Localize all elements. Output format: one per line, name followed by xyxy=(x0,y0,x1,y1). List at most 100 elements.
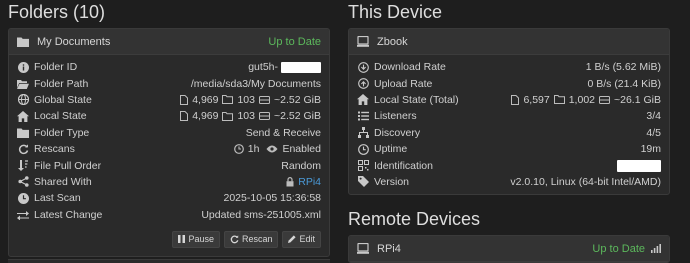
sort-icon xyxy=(17,160,29,172)
rescan-interval: 1h xyxy=(247,143,260,156)
pause-icon xyxy=(178,235,186,244)
signal-icon xyxy=(651,244,661,254)
pull-order-value: Random xyxy=(281,159,321,172)
sitemap-icon xyxy=(357,127,369,139)
home-icon xyxy=(357,94,369,106)
latest-change-value: Updated sms-251005.xml xyxy=(201,208,321,221)
folder-id-value: gut5h- xyxy=(248,61,278,74)
clock-icon xyxy=(233,144,244,155)
row-folder-path: Folder Path /media/sda3/My Documents xyxy=(9,75,329,91)
rescan-button[interactable]: Rescan xyxy=(223,230,279,248)
folders-column: Folders (10) My Documents Up to Date Fol… xyxy=(8,0,330,263)
folder-panel-header[interactable]: My Documents Up to Date xyxy=(9,29,329,55)
list-icon xyxy=(357,110,369,122)
folder-type-value: Send & Receive xyxy=(245,126,321,139)
refresh-icon xyxy=(230,235,239,244)
row-rescans: Rescans 1h Enabled xyxy=(9,141,329,157)
last-scan-value: 2025-10-05 15:36:58 xyxy=(223,192,322,205)
globe-icon xyxy=(17,94,29,106)
folder-open-icon xyxy=(17,78,29,90)
row-uptime: Uptime 19m xyxy=(349,141,669,157)
total-size: ~26.1 GiB xyxy=(614,93,661,106)
total-dirs: 1,002 xyxy=(568,93,595,106)
pull-order-label: File Pull Order xyxy=(34,159,102,172)
folder-outline-icon xyxy=(553,95,565,105)
exchange-icon xyxy=(17,209,29,221)
this-device-name: Zbook xyxy=(377,35,408,48)
rescans-label: Rescans xyxy=(34,143,75,156)
pause-button[interactable]: Pause xyxy=(172,230,220,248)
hdd-icon xyxy=(599,95,610,104)
folders-heading: Folders (10) xyxy=(8,2,106,22)
folder-outline-icon xyxy=(222,111,234,121)
folder-id-redacted xyxy=(281,61,321,73)
row-folder-id: Folder ID gut5h- xyxy=(9,59,329,75)
refresh-icon xyxy=(17,143,29,155)
clock-icon xyxy=(17,192,29,204)
local-state-total-label: Local State (Total) xyxy=(374,93,459,106)
pause-label: Pause xyxy=(188,234,214,245)
local-size: ~2.52 GiB xyxy=(274,110,321,123)
listeners-value[interactable]: 3/4 xyxy=(646,110,661,122)
clock-icon xyxy=(357,143,369,155)
download-icon xyxy=(357,61,369,73)
row-global-state: Global State 4,969 103 ~2.52 GiB xyxy=(9,92,329,108)
pencil-icon xyxy=(288,235,297,244)
version-label: Version xyxy=(374,175,410,188)
row-discovery: Discovery 4/5 xyxy=(349,125,669,141)
local-state-label: Local State xyxy=(34,110,87,123)
row-identification: Identification xyxy=(349,157,669,173)
row-folder-type: Folder Type Send & Receive xyxy=(9,125,329,141)
file-icon xyxy=(180,111,189,122)
upload-icon xyxy=(357,78,369,90)
share-icon xyxy=(17,176,29,188)
row-listeners: Listeners 3/4 xyxy=(349,108,669,124)
upload-rate-value: 0 B/s (21.4 KiB) xyxy=(587,77,661,90)
file-icon xyxy=(180,94,189,105)
folder-path-value: /media/sda3/My Documents xyxy=(190,77,321,90)
row-download-rate: Download Rate 1 B/s (5.62 MiB) xyxy=(349,59,669,75)
download-rate-value: 1 B/s (5.62 MiB) xyxy=(585,61,661,74)
this-device-header[interactable]: Zbook xyxy=(349,29,669,55)
row-version: Version v2.0.10, Linux (64-bit Intel/AMD… xyxy=(349,174,669,190)
global-files: 4,969 xyxy=(192,93,219,106)
device-id-redacted[interactable] xyxy=(617,159,661,172)
edit-label: Edit xyxy=(299,234,315,245)
row-latest-change: Latest Change Updated sms-251005.xml xyxy=(9,207,329,223)
folder-outline-icon xyxy=(222,95,234,105)
hdd-icon xyxy=(259,95,270,104)
folder-icon xyxy=(17,36,29,47)
version-value: v2.0.10, Linux (64-bit Intel/AMD) xyxy=(510,175,661,188)
latest-change-label: Latest Change xyxy=(34,208,103,221)
hdd-icon xyxy=(259,112,270,121)
global-state-label: Global State xyxy=(34,93,92,106)
download-rate-label: Download Rate xyxy=(374,61,446,74)
remote-device-header[interactable]: RPi4 Up to Date xyxy=(349,236,669,263)
home-icon xyxy=(17,110,29,122)
device-column: This Device Zbook Download Rate 1 B/s (5… xyxy=(348,0,670,263)
remote-device-panel-rpi4: RPi4 Up to Date xyxy=(348,235,670,263)
remote-device-status: Up to Date xyxy=(592,242,645,255)
shared-with-label: Shared With xyxy=(34,175,92,188)
folder-status: Up to Date xyxy=(268,35,321,48)
row-shared-with: Shared With RPi4 xyxy=(9,174,329,190)
next-folder-panel-edge[interactable] xyxy=(8,258,330,263)
row-last-scan: Last Scan 2025-10-05 15:36:58 xyxy=(9,190,329,206)
row-local-state: Local State 4,969 103 ~2.52 GiB xyxy=(9,108,329,124)
upload-rate-label: Upload Rate xyxy=(374,77,433,90)
watcher-state: Enabled xyxy=(282,143,321,156)
folder-path-label: Folder Path xyxy=(34,77,89,90)
shared-device-link[interactable]: RPi4 xyxy=(298,176,321,188)
folder-id-label: Folder ID xyxy=(34,61,78,74)
discovery-value[interactable]: 4/5 xyxy=(646,127,661,139)
remote-device-name: RPi4 xyxy=(377,242,401,255)
laptop-icon xyxy=(357,36,369,47)
local-files: 4,969 xyxy=(192,110,219,123)
row-upload-rate: Upload Rate 0 B/s (21.4 KiB) xyxy=(349,75,669,91)
file-icon xyxy=(511,94,520,105)
this-device-heading: This Device xyxy=(348,2,443,22)
edit-button[interactable]: Edit xyxy=(282,230,321,248)
identification-label: Identification xyxy=(374,159,433,172)
folder-type-label: Folder Type xyxy=(34,126,90,139)
uptime-value: 19m xyxy=(640,143,661,156)
